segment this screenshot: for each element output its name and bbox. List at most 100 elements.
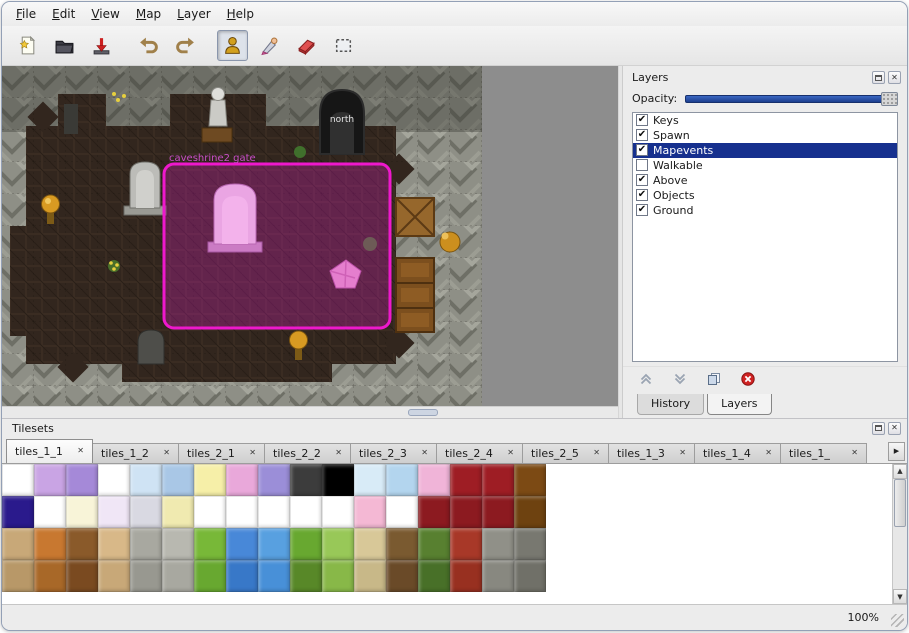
tab-close-icon[interactable]: ✕	[765, 449, 772, 457]
delete-layer-button[interactable]	[739, 371, 757, 389]
layer-row-spawn[interactable]: ✔Spawn	[633, 128, 897, 143]
palette-tile[interactable]	[450, 496, 482, 528]
palette-tile[interactable]	[34, 496, 66, 528]
palette-tile[interactable]	[194, 560, 226, 592]
palette-tile[interactable]	[290, 528, 322, 560]
layer-row-above[interactable]: ✔Above	[633, 173, 897, 188]
map-selection[interactable]	[164, 164, 390, 328]
select-tool-button[interactable]	[328, 30, 359, 61]
palette-tile[interactable]	[194, 464, 226, 496]
tab-close-icon[interactable]: ✕	[507, 449, 514, 457]
palette-scroll-thumb[interactable]	[894, 479, 906, 527]
palette-tile[interactable]	[482, 560, 514, 592]
palette-tile[interactable]	[66, 464, 98, 496]
palette-tile[interactable]	[418, 496, 450, 528]
tileset-tab-tiles_1_3[interactable]: tiles_1_3✕	[608, 443, 695, 463]
palette-tile[interactable]	[2, 496, 34, 528]
layer-list[interactable]: ✔Keys✔Spawn✔MapeventsWalkable✔Above✔Obje…	[632, 112, 898, 362]
duplicate-layer-button[interactable]	[705, 371, 723, 389]
palette-tile[interactable]	[130, 560, 162, 592]
palette-tile[interactable]	[98, 464, 130, 496]
palette-tile[interactable]	[226, 464, 258, 496]
tileset-tab-tiles_2_5[interactable]: tiles_2_5✕	[522, 443, 609, 463]
tileset-tab-tiles_1_1[interactable]: tiles_1_1✕	[6, 439, 93, 463]
tab-close-icon[interactable]: ✕	[163, 449, 170, 457]
palette-tile[interactable]	[450, 560, 482, 592]
tab-close-icon[interactable]: ✕	[421, 449, 428, 457]
tileset-tab-tiles_1_[interactable]: tiles_1_✕	[780, 443, 867, 463]
palette-tile[interactable]	[98, 560, 130, 592]
palette-tile[interactable]	[258, 560, 290, 592]
palette-tile[interactable]	[258, 464, 290, 496]
palette-tile[interactable]	[258, 496, 290, 528]
menu-edit[interactable]: Edit	[44, 4, 83, 24]
resize-grip[interactable]	[891, 614, 904, 627]
tilesets-float-button[interactable]	[872, 422, 885, 435]
palette-tile[interactable]	[194, 496, 226, 528]
redo-button[interactable]	[170, 30, 201, 61]
palette-tile[interactable]	[322, 464, 354, 496]
palette-tile[interactable]	[66, 528, 98, 560]
palette-tile[interactable]	[162, 496, 194, 528]
undo-button[interactable]	[133, 30, 164, 61]
palette-tile[interactable]	[162, 528, 194, 560]
palette-tile[interactable]	[482, 528, 514, 560]
palette-tile[interactable]	[66, 560, 98, 592]
layer-visibility-checkbox[interactable]: ✔	[636, 114, 648, 126]
palette-tile[interactable]	[226, 528, 258, 560]
layer-row-keys[interactable]: ✔Keys	[633, 113, 897, 128]
layer-visibility-checkbox[interactable]: ✔	[636, 189, 648, 201]
layer-row-mapevents[interactable]: ✔Mapevents	[633, 143, 897, 158]
opacity-slider-handle[interactable]	[881, 92, 898, 106]
tileset-tab-tiles_2_1[interactable]: tiles_2_1✕	[178, 443, 265, 463]
scroll-down-button[interactable]: ▼	[893, 589, 907, 604]
eraser-tool-button[interactable]	[291, 30, 322, 61]
palette-tile[interactable]	[386, 464, 418, 496]
palette-tile[interactable]	[450, 528, 482, 560]
open-button[interactable]	[49, 30, 80, 61]
tileset-tab-tiles_2_2[interactable]: tiles_2_2✕	[264, 443, 351, 463]
new-button[interactable]	[12, 30, 43, 61]
tileset-tab-tiles_2_4[interactable]: tiles_2_4✕	[436, 443, 523, 463]
palette-tile[interactable]	[226, 560, 258, 592]
layer-row-walkable[interactable]: Walkable	[633, 158, 897, 173]
palette-tile[interactable]	[290, 496, 322, 528]
lower-layer-button[interactable]	[671, 371, 689, 389]
menu-file[interactable]: File	[8, 4, 44, 24]
palette-tile[interactable]	[130, 464, 162, 496]
tilesets-close-button[interactable]: ✕	[888, 422, 901, 435]
palette-tile[interactable]	[482, 464, 514, 496]
palette-tile[interactable]	[322, 496, 354, 528]
palette-tile[interactable]	[2, 528, 34, 560]
palette-tile[interactable]	[386, 528, 418, 560]
tab-close-icon[interactable]: ✕	[593, 449, 600, 457]
palette-tile[interactable]	[194, 528, 226, 560]
tileset-tab-tiles_2_3[interactable]: tiles_2_3✕	[350, 443, 437, 463]
layer-visibility-checkbox[interactable]: ✔	[636, 174, 648, 186]
layer-row-objects[interactable]: ✔Objects	[633, 188, 897, 203]
palette-tile[interactable]	[2, 464, 34, 496]
opacity-slider-track[interactable]	[685, 95, 898, 103]
scroll-up-button[interactable]: ▲	[893, 464, 907, 479]
tab-close-icon[interactable]: ✕	[851, 449, 858, 457]
draw-tool-button[interactable]	[254, 30, 285, 61]
palette-tile[interactable]	[386, 560, 418, 592]
palette-tile[interactable]	[386, 496, 418, 528]
map-horizontal-scrollbar[interactable]	[2, 406, 618, 418]
palette-tile[interactable]	[322, 528, 354, 560]
palette-tile[interactable]	[34, 560, 66, 592]
palette-tile[interactable]	[418, 528, 450, 560]
palette-tile[interactable]	[482, 496, 514, 528]
layer-visibility-checkbox[interactable]: ✔	[636, 129, 648, 141]
tileset-tab-tiles_1_2[interactable]: tiles_1_2✕	[92, 443, 179, 463]
save-button[interactable]	[86, 30, 117, 61]
tab-close-icon[interactable]: ✕	[679, 449, 686, 457]
palette-tile[interactable]	[130, 528, 162, 560]
palette-tile[interactable]	[418, 560, 450, 592]
palette-tile[interactable]	[258, 528, 290, 560]
palette-tile[interactable]	[130, 496, 162, 528]
menu-layer[interactable]: Layer	[169, 4, 218, 24]
layer-visibility-checkbox[interactable]	[636, 159, 648, 171]
tab-close-icon[interactable]: ✕	[77, 447, 84, 455]
palette-tile[interactable]	[34, 528, 66, 560]
